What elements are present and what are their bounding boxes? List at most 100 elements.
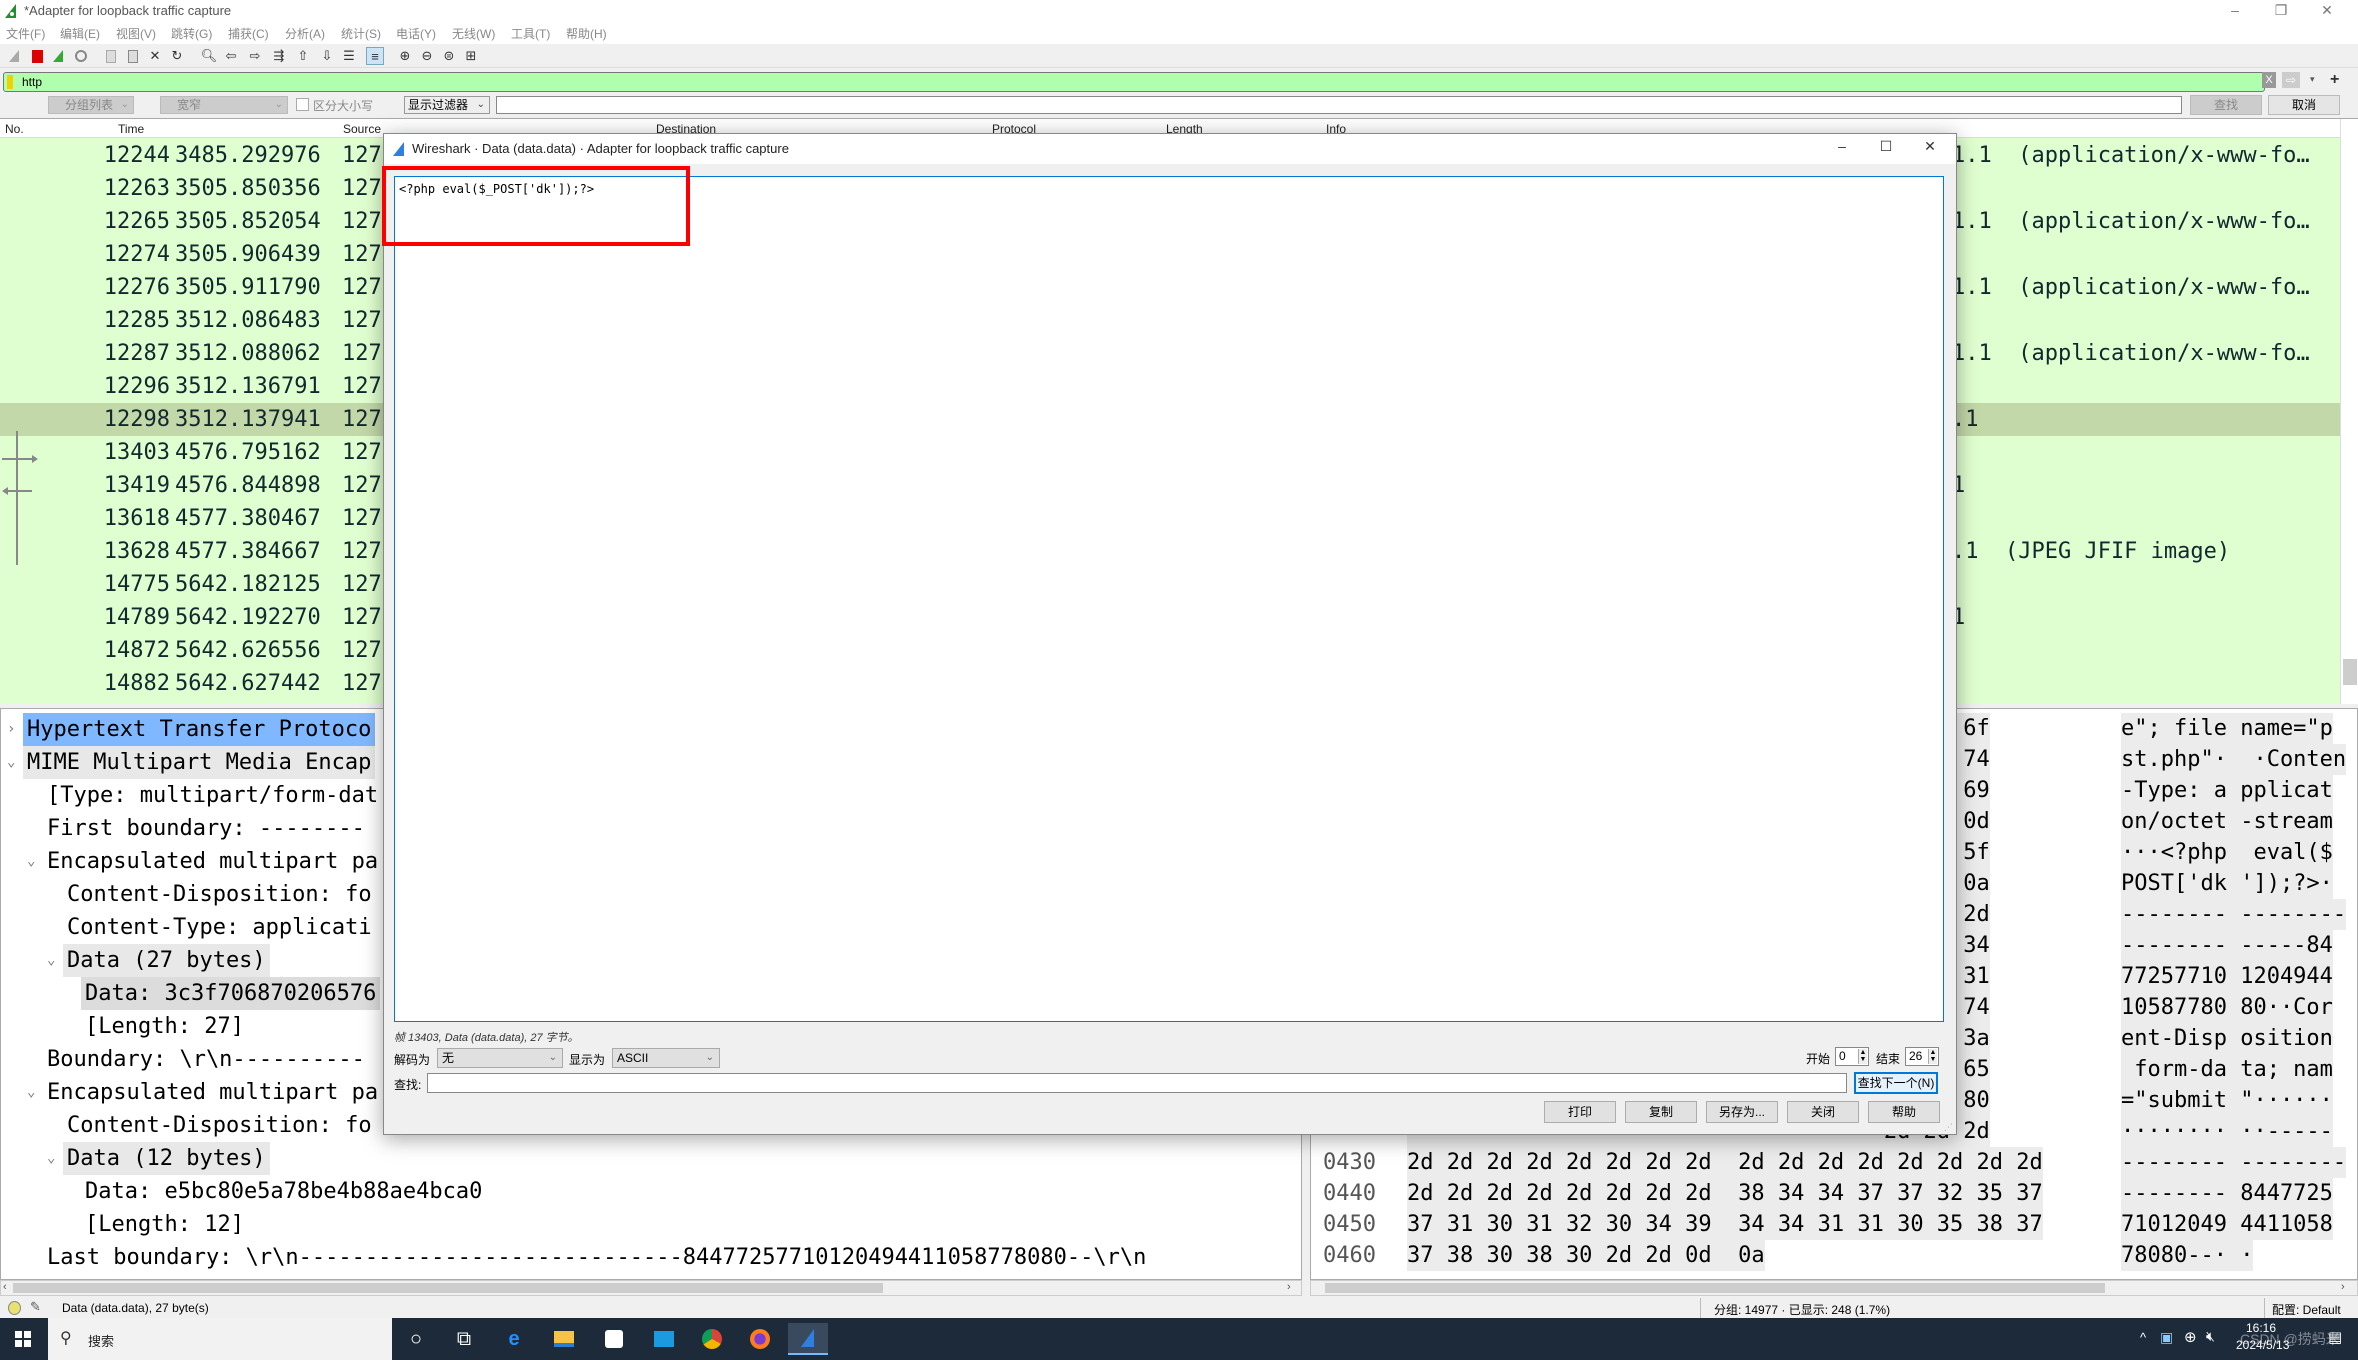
clear-filter-button[interactable]: X bbox=[2262, 72, 2276, 88]
cortana-icon[interactable]: ○ bbox=[396, 1323, 436, 1355]
open-file-icon[interactable] bbox=[102, 47, 120, 65]
hex-row[interactable]: 0460 37 38 30 38 30 2d 2d 0d 0a 78080--· · bbox=[1311, 1240, 2351, 1271]
case-sensitive-checkbox[interactable] bbox=[296, 98, 309, 111]
packet-list-scrollbar[interactable] bbox=[2340, 119, 2358, 704]
menu-go[interactable]: 跳转(G) bbox=[171, 25, 212, 42]
show-as-select[interactable]: ASCII ⌄ bbox=[612, 1048, 720, 1068]
dialog-close-button[interactable]: ✕ bbox=[1910, 138, 1950, 155]
chrome-icon[interactable] bbox=[692, 1323, 732, 1355]
scroll-left-icon[interactable]: ‹ bbox=[3, 1281, 7, 1293]
menu-statistics[interactable]: 统计(S) bbox=[341, 25, 381, 42]
menu-tools[interactable]: 工具(T) bbox=[511, 25, 550, 42]
display-filter-input[interactable]: http bbox=[3, 72, 2265, 92]
start-spinbox[interactable]: 0 ▲ ▼ bbox=[1835, 1047, 1869, 1066]
chevron-down-icon[interactable]: ⌄ bbox=[27, 845, 35, 878]
menu-file[interactable]: 文件(F) bbox=[6, 25, 45, 42]
scrollbar-thumb[interactable] bbox=[2343, 659, 2357, 685]
menu-edit[interactable]: 编辑(E) bbox=[60, 25, 100, 42]
start-capture-icon[interactable] bbox=[6, 47, 24, 65]
close-dialog-button[interactable]: 关闭 bbox=[1787, 1101, 1859, 1123]
charset-select[interactable]: 宽窄 ⌄ bbox=[160, 96, 288, 114]
menu-telephony[interactable]: 电话(Y) bbox=[396, 25, 436, 42]
column-header-time[interactable]: Time bbox=[118, 122, 144, 136]
zoom-out-icon[interactable]: ⊖ bbox=[418, 47, 436, 65]
reload-icon[interactable]: ↻ bbox=[168, 47, 186, 65]
go-forward-icon[interactable]: ⇨ bbox=[246, 47, 264, 65]
copy-button[interactable]: 复制 bbox=[1625, 1101, 1697, 1123]
resize-grip-icon[interactable]: ⋰ bbox=[1944, 1122, 1953, 1133]
decode-as-select[interactable]: 无 ⌄ bbox=[437, 1048, 563, 1068]
profile-label[interactable]: 配置: Default bbox=[2272, 1301, 2341, 1318]
zoom-normal-icon[interactable]: ⊜ bbox=[440, 47, 458, 65]
first-packet-icon[interactable]: ⇧ bbox=[294, 47, 312, 65]
mail-icon[interactable] bbox=[644, 1323, 684, 1355]
search-scope-select[interactable]: 分组列表 ⌄ bbox=[48, 96, 134, 114]
capture-comment-icon[interactable]: ✎ bbox=[30, 1299, 41, 1315]
hex-row[interactable]: 0430 2d 2d 2d 2d 2d 2d 2d 2d 2d 2d 2d 2d … bbox=[1311, 1147, 2351, 1178]
end-spinbox[interactable]: 26 ▲ ▼ bbox=[1905, 1047, 1939, 1066]
scroll-right-icon[interactable]: › bbox=[2341, 1281, 2345, 1293]
wireshark-icon[interactable] bbox=[788, 1323, 828, 1355]
dialog-maximize-button[interactable]: ☐ bbox=[1866, 138, 1906, 155]
scroll-right-icon[interactable]: › bbox=[1287, 1281, 1291, 1293]
tree-item[interactable]: Data: e5bc80e5a78be4b88ae4bca0 bbox=[1, 1175, 1301, 1208]
minimize-button[interactable]: – bbox=[2212, 0, 2258, 22]
bytes-hscrollbar[interactable]: › bbox=[1310, 1280, 2358, 1296]
network-device-icon[interactable]: ▣ bbox=[2160, 1329, 2173, 1346]
notification-icon[interactable]: ▤ bbox=[2328, 1328, 2342, 1346]
globe-icon[interactable]: ⊕ bbox=[2184, 1328, 2197, 1346]
tree-item[interactable]: ⌄ Data (12 bytes) bbox=[1, 1142, 1301, 1175]
find-packet-icon[interactable]: 🔍︎ bbox=[200, 47, 218, 65]
column-header-no[interactable]: No. bbox=[5, 122, 24, 136]
detail-hscrollbar[interactable]: ‹ › bbox=[0, 1280, 1302, 1296]
chevron-down-icon[interactable]: ⌄ bbox=[27, 1076, 35, 1109]
find-input[interactable] bbox=[496, 96, 2182, 114]
file-explorer-icon[interactable] bbox=[544, 1323, 584, 1355]
print-button[interactable]: 打印 bbox=[1544, 1101, 1616, 1123]
menu-wireless[interactable]: 无线(W) bbox=[452, 25, 495, 42]
expert-info-icon[interactable] bbox=[8, 1301, 21, 1315]
bookmark-icon[interactable] bbox=[7, 75, 13, 89]
go-back-icon[interactable]: ⇦ bbox=[222, 47, 240, 65]
firefox-icon[interactable] bbox=[740, 1323, 780, 1355]
column-header-source[interactable]: Source bbox=[343, 122, 381, 136]
task-view-icon[interactable]: ⧉ bbox=[444, 1323, 484, 1355]
close-button[interactable]: ✕ bbox=[2304, 0, 2350, 22]
scrollbar-thumb[interactable] bbox=[13, 1283, 883, 1293]
chevron-down-icon[interactable]: ⌄ bbox=[47, 1142, 55, 1175]
find-button[interactable]: 查找 bbox=[2190, 95, 2262, 115]
dialog-find-input[interactable] bbox=[427, 1073, 1847, 1093]
filter-history-dropdown[interactable]: ▾ bbox=[2310, 74, 2315, 85]
close-file-icon[interactable]: ✕ bbox=[146, 47, 164, 65]
volume-muted-icon[interactable]: 🔇︎ bbox=[2206, 1328, 2215, 1345]
menu-view[interactable]: 视图(V) bbox=[116, 25, 156, 42]
save-file-icon[interactable] bbox=[124, 47, 142, 65]
autoscroll-icon[interactable]: ☰ bbox=[340, 47, 358, 65]
show-hidden-icons[interactable]: ^ bbox=[2140, 1330, 2146, 1345]
menu-analyze[interactable]: 分析(A) bbox=[285, 25, 325, 42]
colorize-icon[interactable]: ≡ bbox=[366, 47, 384, 65]
tree-item[interactable]: Last boundary: \r\n---------------------… bbox=[1, 1241, 1301, 1274]
chevron-right-icon[interactable]: › bbox=[7, 713, 15, 746]
tree-item[interactable]: [Length: 12] bbox=[1, 1208, 1301, 1241]
find-next-button[interactable]: 查找下一个(N) bbox=[1854, 1072, 1938, 1094]
maximize-button[interactable]: ❐ bbox=[2258, 0, 2304, 22]
zoom-in-icon[interactable]: ⊕ bbox=[396, 47, 414, 65]
add-filter-button[interactable]: + bbox=[2330, 71, 2339, 89]
hex-row[interactable]: 0450 37 31 30 31 32 30 34 39 34 34 31 31 … bbox=[1311, 1209, 2351, 1240]
start-button[interactable] bbox=[0, 1318, 46, 1360]
help-button[interactable]: 帮助 bbox=[1868, 1101, 1940, 1123]
store-icon[interactable] bbox=[594, 1323, 634, 1355]
cancel-find-button[interactable]: 取消 bbox=[2268, 95, 2340, 115]
edge-icon[interactable]: e bbox=[494, 1323, 534, 1355]
chevron-down-icon[interactable]: ⌄ bbox=[47, 944, 55, 977]
spin-arrows-icon[interactable]: ▲ ▼ bbox=[1928, 1049, 1937, 1064]
resize-columns-icon[interactable]: ⊞ bbox=[462, 47, 480, 65]
scrollbar-thumb[interactable] bbox=[1325, 1283, 2105, 1293]
stop-capture-icon[interactable] bbox=[28, 47, 46, 65]
search-type-select[interactable]: 显示过滤器 ⌄ bbox=[404, 96, 490, 114]
capture-options-icon[interactable] bbox=[72, 47, 90, 65]
spin-arrows-icon[interactable]: ▲ ▼ bbox=[1858, 1049, 1867, 1064]
taskbar-search-box[interactable]: ⚲ 搜索 bbox=[48, 1318, 392, 1360]
chevron-down-icon[interactable]: ⌄ bbox=[7, 746, 15, 779]
